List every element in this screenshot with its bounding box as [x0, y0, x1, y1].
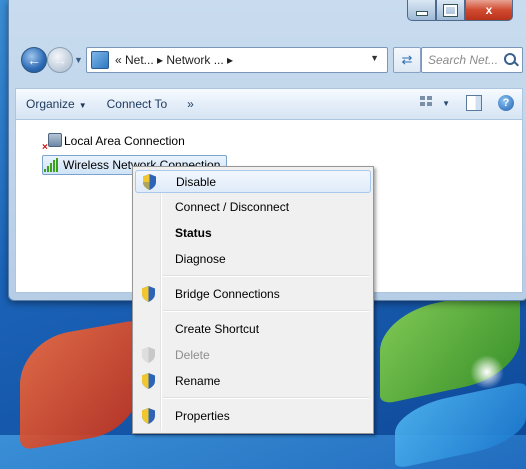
address-breadcrumb[interactable]: « Net... ▸ Network ... ▸ [115, 53, 233, 67]
uac-shield-icon [141, 408, 156, 424]
forward-arrow-icon: → [53, 52, 67, 68]
light-glare [470, 355, 504, 389]
address-dropdown-icon[interactable]: ▼ [370, 53, 379, 63]
organize-label: Organize [26, 97, 75, 111]
maximize-icon [443, 3, 458, 17]
view-dropdown-icon[interactable]: ▼ [442, 99, 450, 108]
close-icon: x [485, 3, 493, 17]
uac-shield-icon [141, 286, 156, 302]
menu-item-label: Bridge Connections [175, 287, 280, 301]
menu-item-disable[interactable]: Disable [135, 170, 371, 193]
more-commands-button[interactable]: » [177, 97, 204, 111]
connection-label: Local Area Connection [64, 134, 185, 148]
forward-button[interactable]: → [47, 47, 73, 73]
menu-separator [163, 397, 369, 399]
address-bar[interactable]: « Net... ▸ Network ... ▸ ▼ [86, 47, 388, 73]
minimize-icon [415, 10, 428, 16]
search-icon[interactable] [504, 53, 516, 65]
menu-item-label: Connect / Disconnect [175, 200, 290, 214]
back-button[interactable]: ← [21, 47, 47, 73]
uac-shield-icon [141, 347, 156, 363]
menu-item-diagnose[interactable]: Diagnose [135, 248, 371, 270]
search-input[interactable]: Search Net... [428, 53, 498, 67]
menu-item-status[interactable]: Status [135, 222, 371, 244]
view-controls: ▼ ? [420, 95, 514, 111]
chevron-down-icon: ▼ [78, 101, 87, 110]
lan-disconnected-icon: × [42, 133, 62, 153]
menu-item-rename[interactable]: Rename [135, 370, 371, 392]
menu-item-label: Delete [175, 348, 210, 362]
recent-pages-dropdown[interactable]: ▼ [74, 55, 83, 65]
control-panel-icon [91, 51, 109, 69]
close-button[interactable]: x [465, 0, 513, 21]
connect-to-button[interactable]: Connect To [97, 97, 178, 111]
menu-item-properties[interactable]: Properties [135, 405, 371, 427]
menu-separator [163, 275, 369, 277]
menu-item-bridge-connections[interactable]: Bridge Connections [135, 283, 371, 305]
uac-shield-icon [141, 373, 156, 389]
menu-item-label: Properties [175, 409, 230, 423]
list-item-local-area-connection[interactable]: × Local Area Connection [42, 132, 185, 153]
menu-item-delete: Delete [135, 344, 371, 366]
help-icon[interactable]: ? [498, 95, 514, 111]
maximize-button[interactable] [436, 0, 465, 21]
minimize-button[interactable] [407, 0, 436, 21]
windows-logo-red-piece [20, 319, 140, 451]
caption-buttons: x [407, 0, 513, 21]
menu-item-label: Disable [176, 174, 217, 189]
organize-menu-button[interactable]: Organize ▼ [16, 97, 97, 111]
preview-pane-icon[interactable] [466, 95, 482, 111]
change-view-icon[interactable] [420, 96, 436, 110]
menu-item-create-shortcut[interactable]: Create Shortcut [135, 318, 371, 340]
menu-item-label: Create Shortcut [175, 322, 260, 336]
uac-shield-icon [142, 174, 157, 190]
menu-item-label: Diagnose [175, 252, 226, 266]
menu-item-connect-disconnect[interactable]: Connect / Disconnect [135, 196, 371, 218]
menu-separator [163, 310, 369, 312]
context-menu: Disable Connect / Disconnect Status Diag… [132, 166, 374, 434]
search-box[interactable]: Search Net... [421, 47, 523, 73]
command-bar: Organize ▼ Connect To » ▼ ? [15, 88, 523, 119]
wifi-signal-icon [43, 157, 59, 173]
refresh-icon: ⇄ [401, 52, 413, 67]
menu-item-label: Rename [175, 374, 221, 388]
refresh-button[interactable]: ⇄ [393, 47, 421, 73]
menu-item-label: Status [175, 226, 212, 240]
back-arrow-icon: ← [27, 52, 41, 68]
navigation-row: ← → ▼ « Net... ▸ Network ... ▸ ▼ ⇄ Searc… [9, 45, 526, 75]
